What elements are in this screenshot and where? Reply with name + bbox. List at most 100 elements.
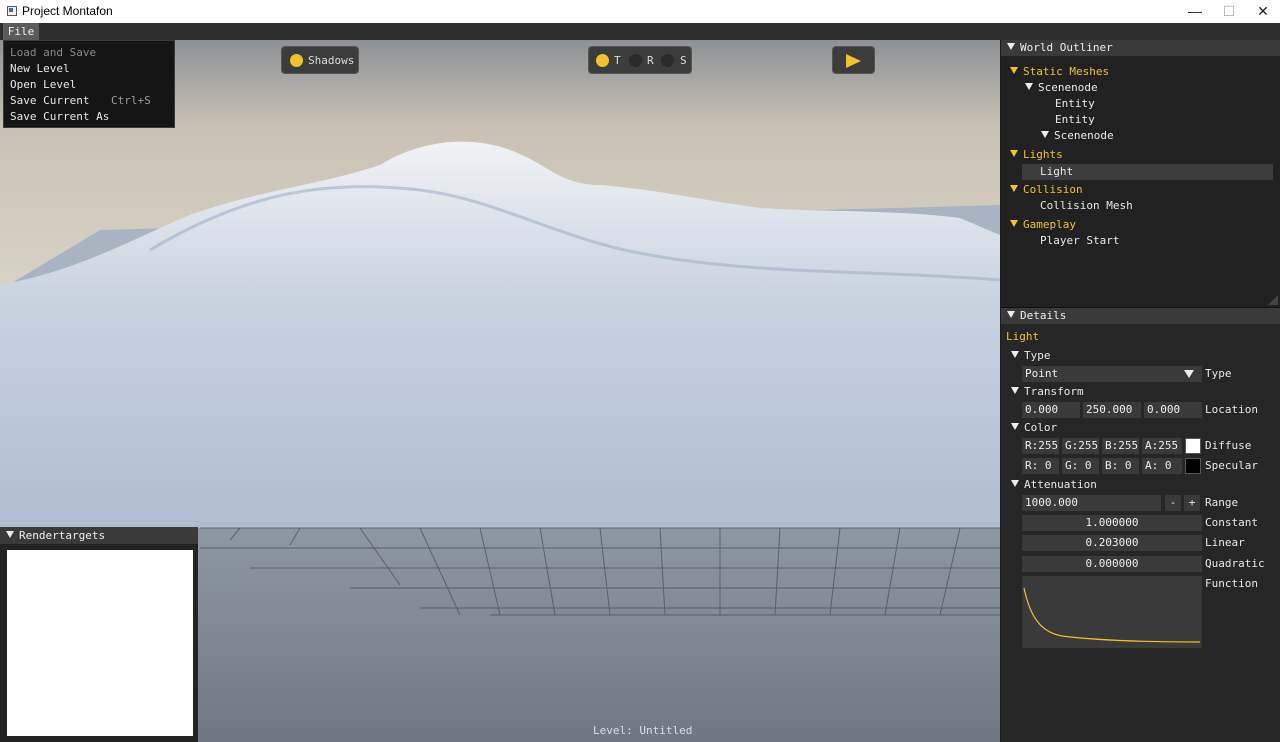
play-button[interactable] xyxy=(832,46,875,74)
item-label: Entity xyxy=(1055,97,1095,110)
outliner-item-light[interactable]: Light xyxy=(1022,164,1273,180)
expand-arrow-icon xyxy=(1011,480,1019,487)
specular-r-field[interactable]: R: 0 xyxy=(1022,458,1059,474)
specular-b-field[interactable]: B: 0 xyxy=(1102,458,1139,474)
range-field[interactable]: 1000.000 xyxy=(1022,495,1161,511)
diffuse-label: Diffuse xyxy=(1205,439,1252,452)
menu-item-open-level[interactable]: Open Level xyxy=(4,77,174,93)
item-label: Light xyxy=(1040,165,1074,178)
minimize-button[interactable]: — xyxy=(1180,2,1210,20)
outliner-item-scenenode[interactable]: Scenenode xyxy=(1041,128,1114,144)
close-button[interactable]: ✕ xyxy=(1248,2,1278,20)
type-select-value: Point xyxy=(1025,367,1059,380)
category-label: Lights xyxy=(1023,148,1063,161)
outliner-category-gameplay[interactable]: Gameplay xyxy=(1010,217,1076,233)
diffuse-b-field[interactable]: B:255 xyxy=(1102,438,1139,454)
section-label: Attenuation xyxy=(1024,478,1097,491)
item-label: Scenenode xyxy=(1054,129,1114,142)
attenuation-curve xyxy=(1023,587,1201,643)
outliner-category-lights[interactable]: Lights xyxy=(1010,147,1063,163)
menu-item-save-current[interactable]: Save Current Ctrl+S xyxy=(4,93,174,109)
rotate-label: R xyxy=(647,54,654,67)
outliner-item-player-start[interactable]: Player Start xyxy=(1040,233,1119,249)
translate-radio-icon[interactable] xyxy=(596,54,609,67)
outliner-item-scenenode[interactable]: Scenenode xyxy=(1025,80,1098,96)
location-x-field[interactable]: 0.000 xyxy=(1022,402,1080,418)
range-increment-button[interactable]: + xyxy=(1184,495,1200,511)
menu-item-shortcut: Ctrl+S xyxy=(111,94,151,107)
maximize-button[interactable]: ☐ xyxy=(1214,2,1244,20)
rendertargets-header[interactable]: Rendertargets xyxy=(0,528,198,544)
specular-g-field[interactable]: G: 0 xyxy=(1062,458,1099,474)
section-attenuation[interactable]: Attenuation xyxy=(1011,477,1097,493)
selected-object-name: Light xyxy=(1006,330,1040,343)
transform-mode-group: T R S xyxy=(588,46,692,74)
shadows-label: Shadows xyxy=(308,54,355,67)
file-menu-dropdown: Load and Save New Level Open Level Save … xyxy=(3,40,175,128)
outliner-item-entity[interactable]: Entity xyxy=(1055,112,1095,128)
level-status: Level: Untitled xyxy=(593,724,693,737)
section-label: Transform xyxy=(1024,385,1084,398)
shadows-toggle[interactable]: Shadows xyxy=(281,46,359,74)
diffuse-g-field[interactable]: G:255 xyxy=(1062,438,1099,454)
details-title: Details xyxy=(1020,309,1067,322)
type-select[interactable]: Point xyxy=(1022,366,1202,382)
outliner-item-collision-mesh[interactable]: Collision Mesh xyxy=(1040,198,1133,214)
scale-radio-icon[interactable] xyxy=(661,54,674,67)
window-titlebar: Project Montafon — ☐ ✕ xyxy=(0,0,1280,23)
expand-arrow-icon xyxy=(1010,220,1018,227)
item-label: Entity xyxy=(1055,113,1095,126)
expand-arrow-icon xyxy=(1010,150,1018,157)
rendertargets-panel: Rendertargets xyxy=(0,527,198,742)
menu-item-label: Open Level xyxy=(10,78,77,91)
menu-item-label: Load and Save xyxy=(10,46,97,59)
linear-field[interactable]: 0.203000 xyxy=(1022,535,1202,551)
diffuse-r-field[interactable]: R:255 xyxy=(1022,438,1059,454)
expand-arrow-icon xyxy=(1011,423,1019,430)
section-label: Color xyxy=(1024,421,1058,434)
menu-bar: File xyxy=(0,23,1280,40)
app-icon xyxy=(7,6,17,16)
item-label: Collision Mesh xyxy=(1040,199,1133,212)
expand-arrow-icon xyxy=(1011,387,1019,394)
outliner-item-entity[interactable]: Entity xyxy=(1055,96,1095,112)
shadows-radio-icon xyxy=(290,54,303,67)
world-outliner-panel: World Outliner Static Meshes Scenenode E… xyxy=(1001,40,1280,308)
menu-item-load-and-save: Load and Save xyxy=(4,45,174,61)
range-decrement-button[interactable]: - xyxy=(1165,495,1181,511)
right-sidebar: World Outliner Static Meshes Scenenode E… xyxy=(1001,40,1280,742)
details-header[interactable]: Details xyxy=(1001,308,1280,324)
expand-arrow-icon xyxy=(1010,185,1018,192)
location-y-field[interactable]: 250.000 xyxy=(1083,402,1141,418)
category-label: Static Meshes xyxy=(1023,65,1110,78)
type-label: Type xyxy=(1205,367,1232,380)
world-outliner-header[interactable]: World Outliner xyxy=(1001,40,1280,56)
menu-item-new-level[interactable]: New Level xyxy=(4,61,174,77)
quadratic-field[interactable]: 0.000000 xyxy=(1022,556,1202,572)
category-label: Collision xyxy=(1023,183,1083,196)
section-type[interactable]: Type xyxy=(1011,348,1051,364)
collapse-arrow-icon xyxy=(6,531,14,538)
resize-grip-icon[interactable] xyxy=(1268,295,1278,305)
constant-field[interactable]: 1.000000 xyxy=(1022,515,1202,531)
quadratic-label: Quadratic xyxy=(1205,557,1265,570)
location-z-field[interactable]: 0.000 xyxy=(1144,402,1202,418)
play-icon xyxy=(846,54,861,68)
expand-arrow-icon xyxy=(1011,351,1019,358)
outliner-category-static-meshes[interactable]: Static Meshes xyxy=(1010,64,1109,80)
section-color[interactable]: Color xyxy=(1011,420,1057,436)
world-outliner-title: World Outliner xyxy=(1020,41,1113,54)
diffuse-a-field[interactable]: A:255 xyxy=(1142,438,1182,454)
menu-file[interactable]: File xyxy=(3,23,39,40)
rotate-radio-icon[interactable] xyxy=(629,54,642,67)
location-label: Location xyxy=(1205,403,1258,416)
diffuse-color-swatch[interactable] xyxy=(1185,438,1201,454)
specular-color-swatch[interactable] xyxy=(1185,458,1201,474)
menu-item-save-current-as[interactable]: Save Current As xyxy=(4,109,174,125)
specular-a-field[interactable]: A: 0 xyxy=(1142,458,1182,474)
menu-item-label: New Level xyxy=(10,62,70,75)
attenuation-function-graph xyxy=(1022,576,1202,648)
menu-item-label: Save Current As xyxy=(10,110,110,123)
section-transform[interactable]: Transform xyxy=(1011,384,1084,400)
outliner-category-collision[interactable]: Collision xyxy=(1010,182,1083,198)
